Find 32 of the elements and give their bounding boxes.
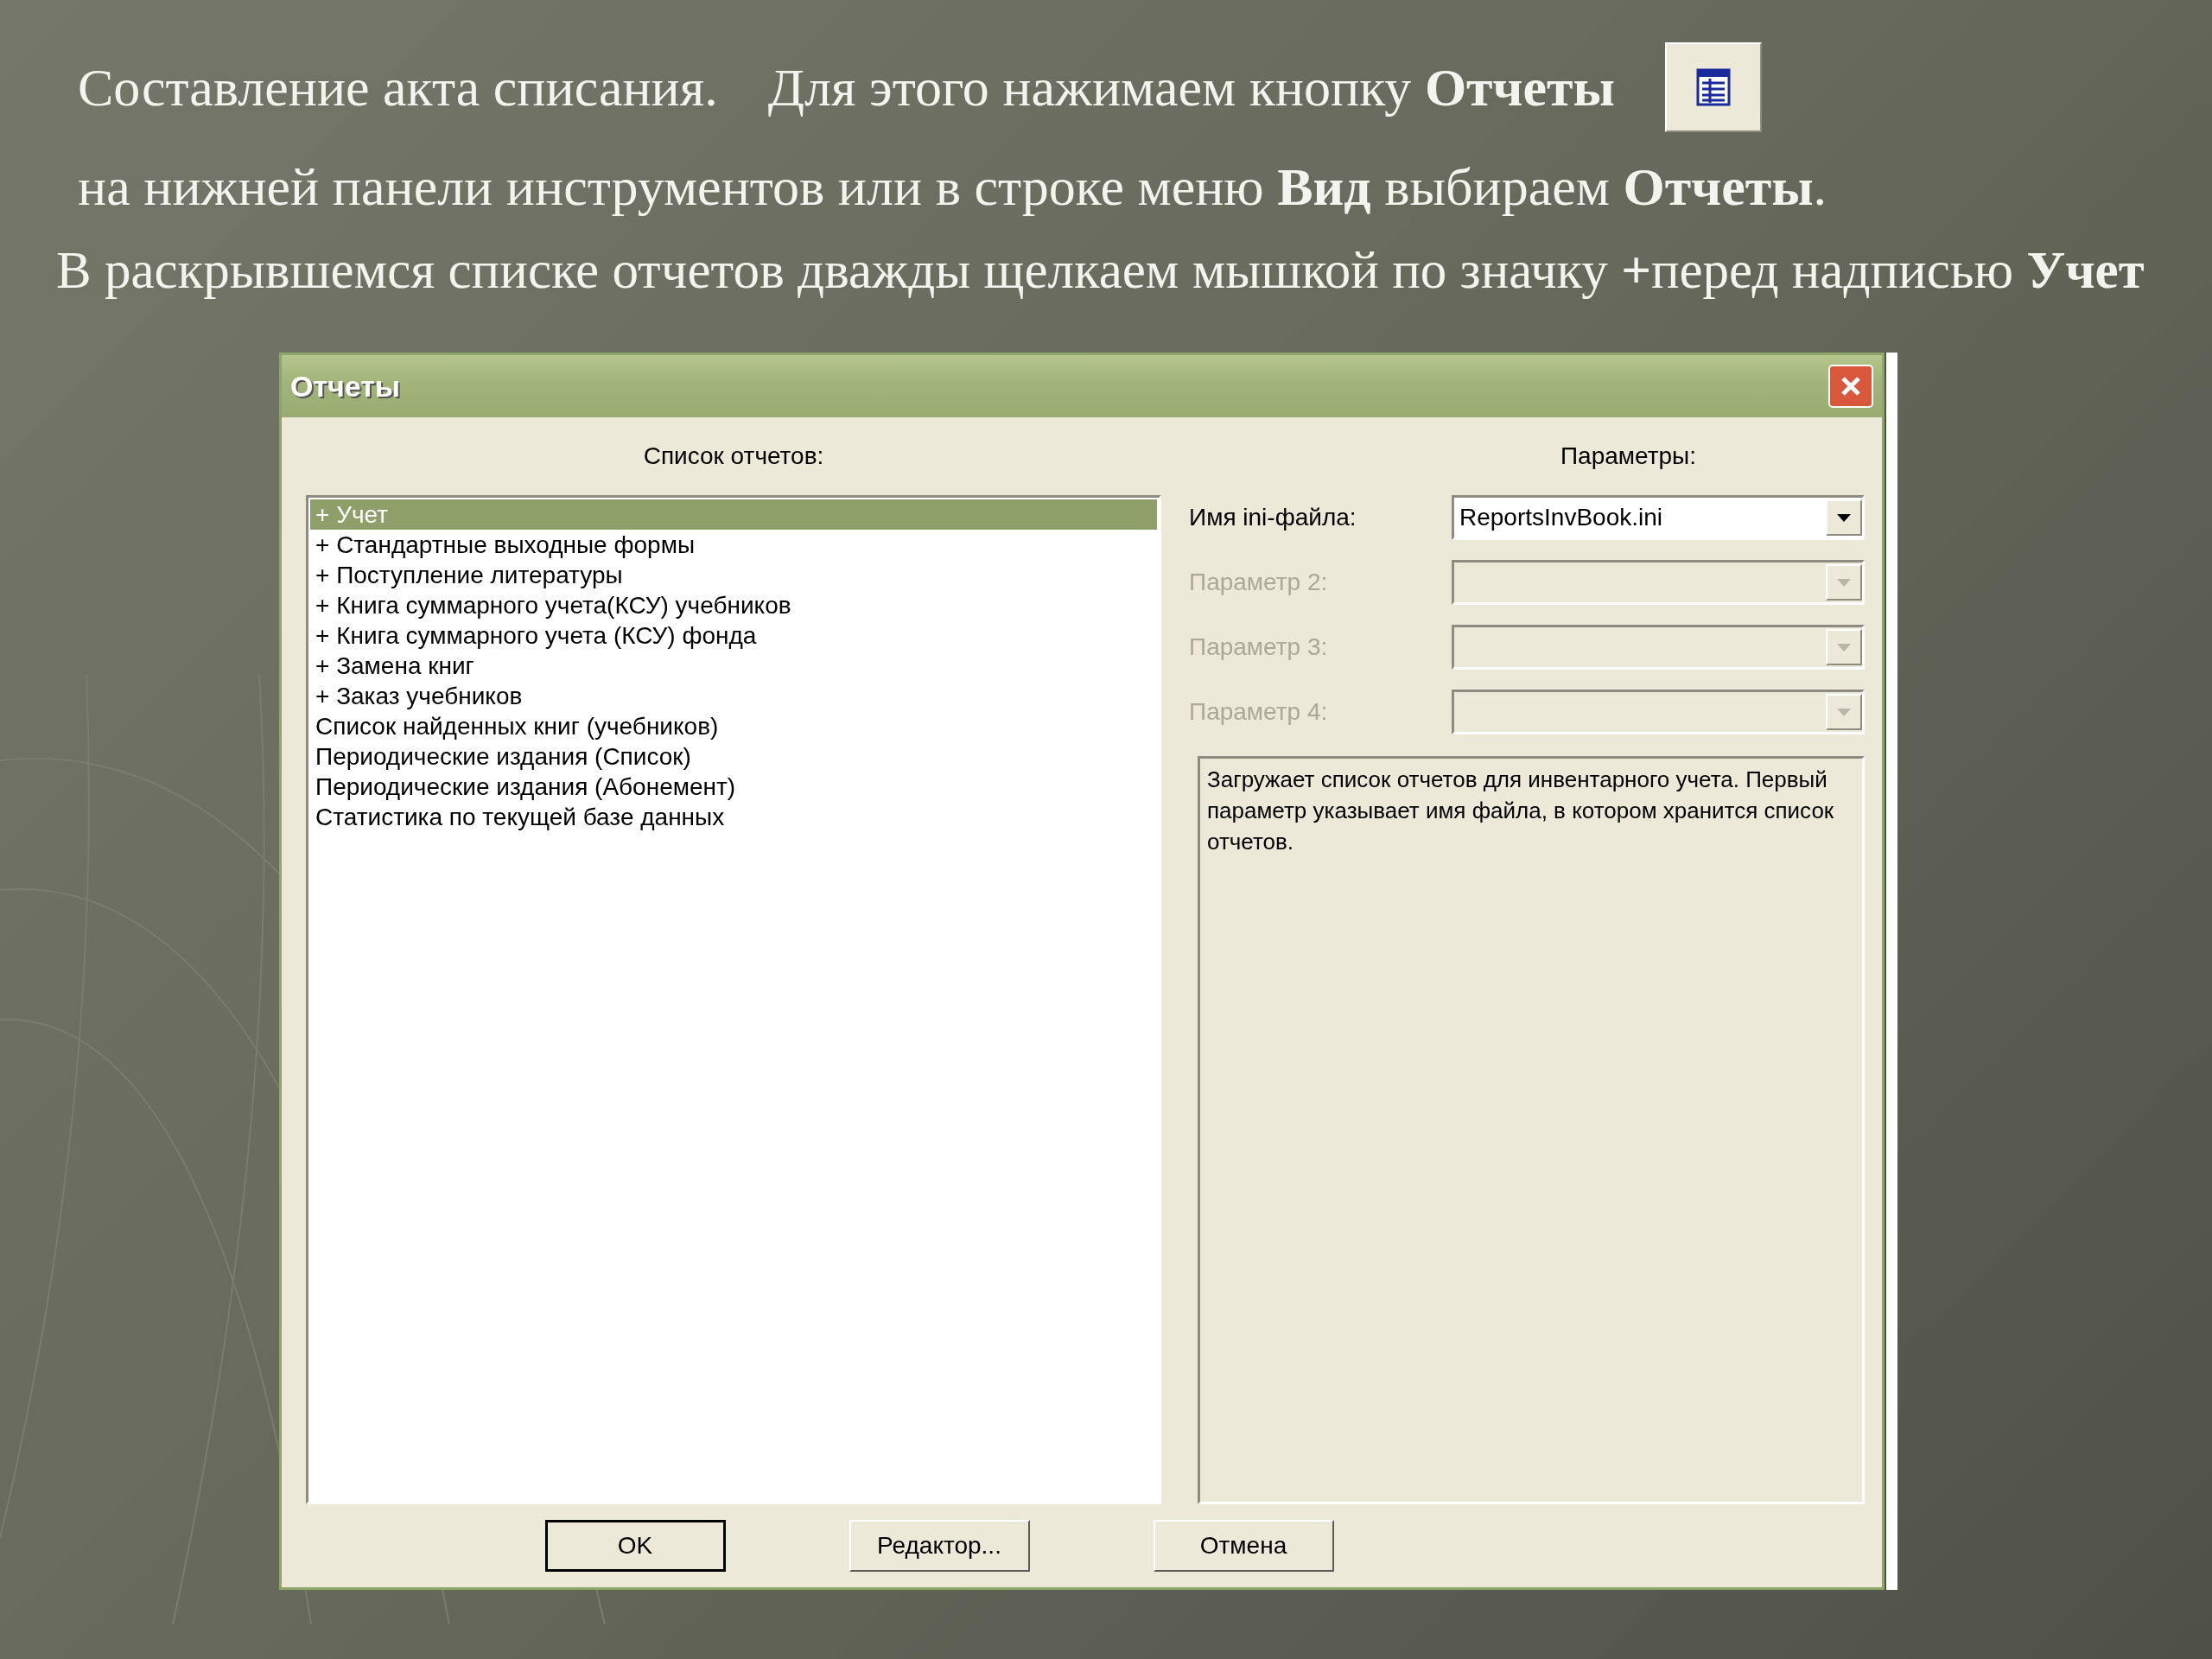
description-text: Загружает список отчетов для инвентарного учета. Первый параметр указывает имя файла, в котором хранится список отчетов. [1207,766,1835,856]
parameter-label: Параметр 3: [1189,632,1328,661]
parameter-dropdown[interactable] [1452,624,1865,670]
report-item[interactable]: + Замена книг [310,651,1157,681]
parameter-label: Параметр 4: [1189,697,1328,726]
report-list[interactable] [306,495,1161,1504]
report-item[interactable]: + Книга суммарного учета(КСУ) учебников [310,590,1157,620]
window-title: Отчеты [290,369,400,404]
close-button[interactable] [1828,365,1873,408]
report-item[interactable]: + Заказ учебников [310,681,1157,711]
report-item[interactable]: Статистика по текущей базе данных [310,802,1157,832]
report-item[interactable]: + Стандартные выходные формы [310,530,1157,560]
parameter-dropdown[interactable] [1452,689,1865,734]
list-heading: Список отчетов: [642,442,825,471]
report-item[interactable]: Периодические издания (Список) [310,741,1157,772]
report-item[interactable]: + Поступление литературы [310,560,1157,590]
instruction-text: на нижней панели инструментов или в строке меню Вид выбираем Отчеты. [78,156,1827,218]
parameter-label: Имя ini-файла: [1189,503,1357,531]
parameters-heading: Параметры: [1559,442,1697,471]
report-item[interactable]: + Книга суммарного учета (КСУ) фонда [310,620,1157,651]
report-item[interactable]: Список найденных книг (учебников) [310,711,1157,741]
parameter-label: Параметр 2: [1189,568,1328,596]
dialog-button[interactable]: Отмена [1153,1520,1334,1572]
instruction-text: В раскрывшемся списке отчетов дважды щелкаем мышкой по значку +перед надписью Учет [56,240,2145,301]
dialog-button[interactable]: Редактор... [849,1520,1030,1572]
report-table-icon [1664,42,1762,132]
report-item[interactable]: Периодические издания (Абонемент) [310,772,1157,802]
parameter-dropdown[interactable] [1452,559,1865,605]
dialog-button[interactable]: OK [544,1520,726,1572]
instruction-text: Для этого нажимаем кнопку Отчеты [767,56,1615,118]
parameter-dropdown[interactable]: ReportsInvBook.ini [1452,494,1865,540]
instruction-text: Составление акта списания. [78,56,718,118]
